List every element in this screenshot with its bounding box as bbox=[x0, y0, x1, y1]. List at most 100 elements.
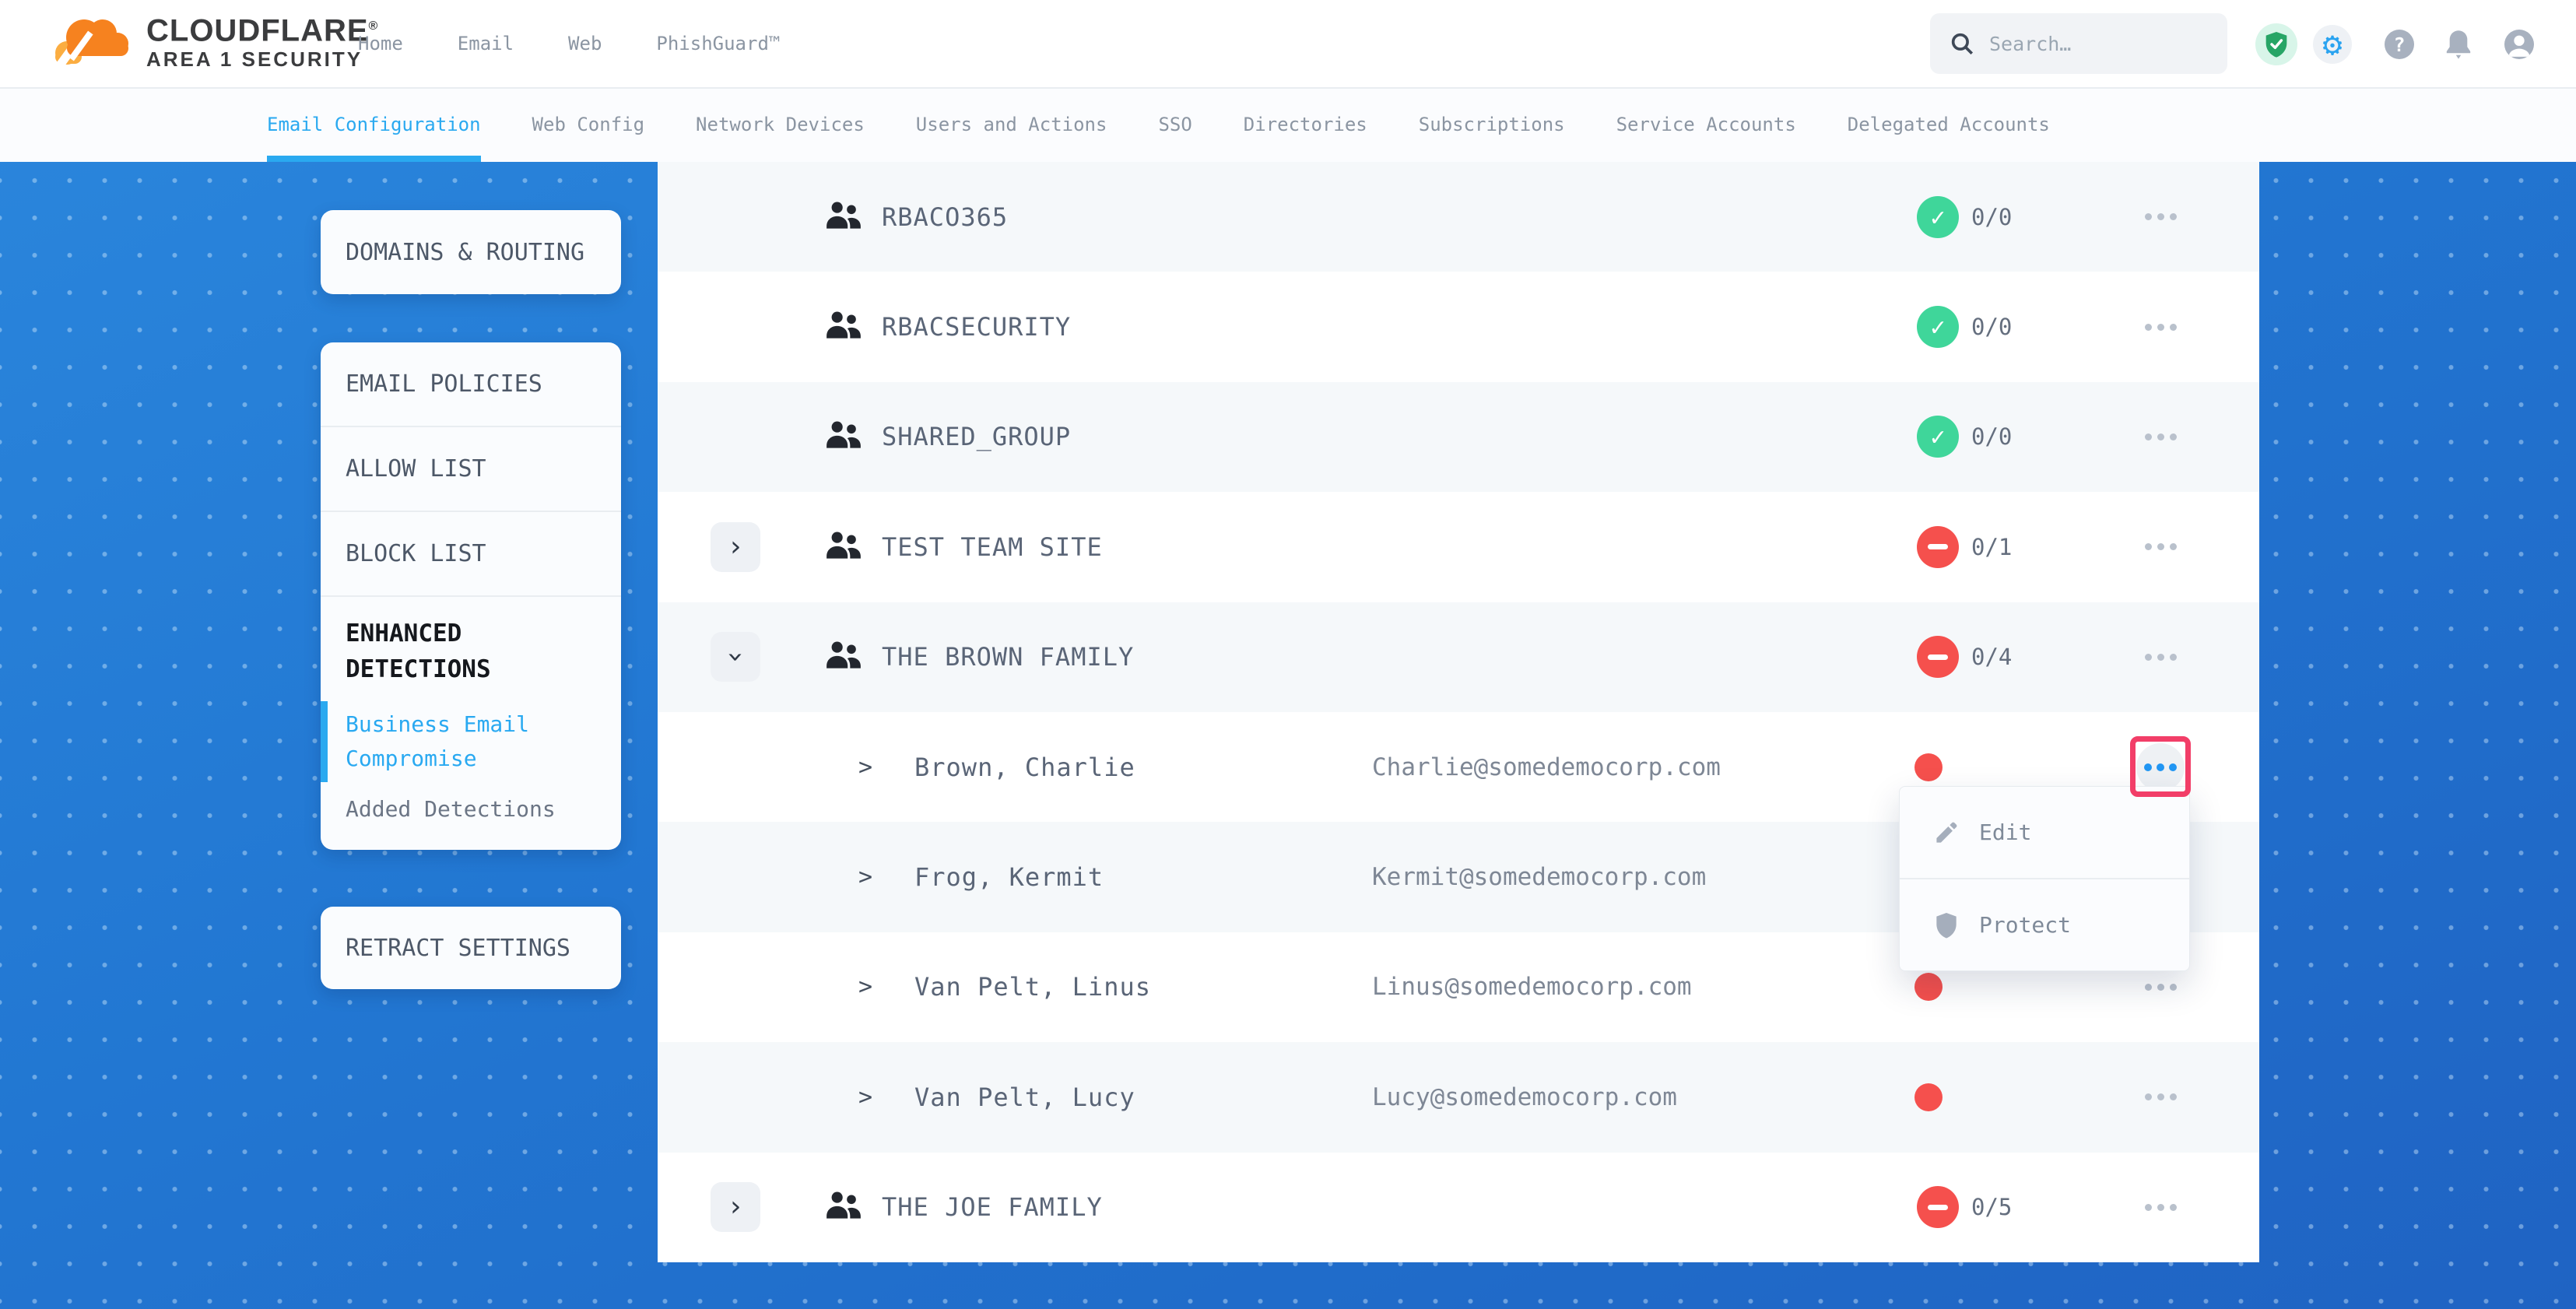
tab-directories[interactable]: Directories bbox=[1244, 87, 1367, 162]
group-icon bbox=[824, 529, 863, 565]
account-avatar-icon[interactable] bbox=[2504, 30, 2534, 59]
tab-subscriptions[interactable]: Subscriptions bbox=[1419, 87, 1565, 162]
table-row: SHARED_GROUP ✓ 0/0 bbox=[658, 382, 2259, 492]
table-row: › THE JOE FAMILY 0/5 bbox=[658, 1153, 2259, 1262]
sidebar-item-business-email-compromise[interactable]: Business Email Compromise bbox=[321, 695, 621, 788]
chevron-right-icon: › bbox=[727, 533, 744, 561]
group-name: THE JOE FAMILY bbox=[882, 1192, 1103, 1222]
tab-delegated-accounts[interactable]: Delegated Accounts bbox=[1848, 87, 2050, 162]
expand-row-button[interactable]: › bbox=[711, 1182, 760, 1232]
tab-web-config[interactable]: Web Config bbox=[532, 87, 645, 162]
group-name: RBACO365 bbox=[882, 202, 1008, 232]
table-row: RBACSECURITY ✓ 0/0 bbox=[658, 272, 2259, 381]
sidebar-item-block-list[interactable]: BLOCK LIST bbox=[321, 512, 621, 597]
tab-sso[interactable]: SSO bbox=[1158, 87, 1191, 162]
top-nav-web[interactable]: Web bbox=[568, 33, 602, 54]
tab-service-accounts[interactable]: Service Accounts bbox=[1616, 87, 1796, 162]
group-icon bbox=[824, 309, 863, 345]
row-more-button[interactable] bbox=[2133, 1070, 2188, 1125]
member-email: Charlie@somedemocorp.com bbox=[1372, 753, 1721, 781]
menu-item-protect[interactable]: Protect bbox=[1900, 878, 2189, 970]
expand-row-button[interactable]: › bbox=[711, 522, 760, 572]
notifications-bell-icon[interactable] bbox=[2442, 28, 2475, 61]
shield-icon bbox=[1931, 911, 1962, 939]
group-name: SHARED_GROUP bbox=[882, 422, 1071, 451]
row-more-button[interactable] bbox=[2133, 300, 2188, 354]
group-name: TEST TEAM SITE bbox=[882, 532, 1103, 562]
member-name: Van Pelt, Lucy bbox=[914, 1083, 1135, 1112]
group-icon bbox=[824, 199, 863, 235]
check-icon: ✓ bbox=[1930, 314, 1945, 339]
member-email: Kermit@somedemocorp.com bbox=[1372, 863, 1706, 891]
member-email: Lucy@somedemocorp.com bbox=[1372, 1083, 1677, 1111]
top-nav-phishguard[interactable]: PhishGuard™ bbox=[656, 33, 780, 54]
status-ok-badge: ✓ bbox=[1917, 196, 1959, 238]
status-alert-badge bbox=[1917, 1186, 1959, 1228]
menu-item-label: Protect bbox=[1979, 912, 2071, 938]
page: CLOUDFLARE® AREA 1 SECURITY Home Email W… bbox=[0, 0, 2576, 1309]
protection-count: 0/4 bbox=[1971, 644, 2012, 670]
check-icon: ✓ bbox=[1930, 424, 1945, 449]
active-indicator-bar bbox=[321, 701, 328, 782]
top-nav: Home Email Web PhishGuard™ bbox=[358, 0, 780, 87]
brand-wordmark: CLOUDFLARE® bbox=[146, 10, 378, 47]
minus-icon bbox=[1928, 544, 1948, 549]
sidebar-card-retract-settings[interactable]: RETRACT SETTINGS bbox=[321, 907, 621, 989]
table-row: › THE BROWN FAMILY 0/4 bbox=[658, 602, 2259, 712]
minus-icon bbox=[1928, 1205, 1948, 1210]
sidebar-item-domains-routing[interactable]: DOMAINS & ROUTING bbox=[346, 239, 584, 266]
member-arrow-icon: > bbox=[858, 864, 872, 891]
search-box[interactable] bbox=[1930, 13, 2227, 74]
help-icon[interactable]: ? bbox=[2385, 30, 2414, 59]
top-nav-home[interactable]: Home bbox=[358, 33, 403, 54]
search-input[interactable] bbox=[1988, 32, 2209, 56]
row-more-button[interactable] bbox=[2133, 520, 2188, 574]
groups-table: RBACO365 ✓ 0/0 RBACSECURITY ✓ 0/0 SHARED… bbox=[658, 162, 2259, 1262]
sidebar-card-policies: EMAIL POLICIES ALLOW LIST BLOCK LIST ENH… bbox=[321, 342, 621, 850]
member-name: Brown, Charlie bbox=[914, 753, 1135, 782]
sidebar-item-added-detections[interactable]: Added Detections bbox=[321, 788, 621, 831]
cloudflare-logo: CLOUDFLARE® AREA 1 SECURITY bbox=[48, 9, 378, 72]
group-name: RBACSECURITY bbox=[882, 312, 1071, 342]
tab-users-and-actions[interactable]: Users and Actions bbox=[916, 87, 1107, 162]
minus-icon bbox=[1928, 654, 1948, 660]
member-name: Van Pelt, Linus bbox=[914, 972, 1151, 1002]
tab-network-devices[interactable]: Network Devices bbox=[696, 87, 865, 162]
sidebar-item-email-policies[interactable]: EMAIL POLICIES bbox=[321, 342, 621, 427]
group-name: THE BROWN FAMILY bbox=[882, 642, 1134, 672]
row-more-button[interactable] bbox=[2133, 1180, 2188, 1234]
protection-count: 0/0 bbox=[1971, 423, 2012, 450]
menu-item-edit[interactable]: Edit bbox=[1900, 787, 2189, 878]
status-ok-badge: ✓ bbox=[1917, 306, 1959, 348]
protection-count: 0/0 bbox=[1971, 204, 2012, 230]
member-email: Linus@somedemocorp.com bbox=[1372, 973, 1692, 1001]
config-tab-bar: Email Configuration Web Config Network D… bbox=[0, 87, 2576, 162]
security-status-icon[interactable] bbox=[2255, 23, 2297, 65]
group-icon bbox=[824, 1189, 863, 1225]
protection-count: 0/0 bbox=[1971, 314, 2012, 340]
brand-tagline: AREA 1 SECURITY bbox=[146, 47, 378, 71]
member-arrow-icon: > bbox=[858, 1083, 872, 1111]
row-more-button[interactable] bbox=[2133, 409, 2188, 464]
row-more-button[interactable] bbox=[2133, 190, 2188, 244]
sidebar-item-retract-settings[interactable]: RETRACT SETTINGS bbox=[346, 935, 570, 962]
status-alert-dot bbox=[1914, 973, 1943, 1001]
tab-email-configuration[interactable]: Email Configuration bbox=[267, 87, 481, 162]
member-arrow-icon: > bbox=[858, 974, 872, 1001]
sidebar-card-domains-routing[interactable]: DOMAINS & ROUTING bbox=[321, 210, 621, 294]
app-header: CLOUDFLARE® AREA 1 SECURITY Home Email W… bbox=[0, 0, 2576, 89]
sidebar-item-allow-list[interactable]: ALLOW LIST bbox=[321, 427, 621, 512]
row-more-button-active[interactable] bbox=[2136, 743, 2185, 791]
sidebar-item-enhanced-detections[interactable]: ENHANCED DETECTIONS bbox=[321, 597, 621, 695]
row-more-button[interactable] bbox=[2133, 630, 2188, 684]
pencil-icon bbox=[1931, 819, 1962, 847]
chevron-right-icon: › bbox=[727, 1193, 744, 1221]
top-nav-email[interactable]: Email bbox=[458, 33, 514, 54]
row-context-menu: Edit Protect bbox=[1899, 786, 2190, 971]
group-icon bbox=[824, 419, 863, 454]
settings-gear-icon[interactable]: ⚙ bbox=[2313, 25, 2352, 64]
collapse-row-button[interactable]: › bbox=[711, 632, 760, 682]
member-arrow-icon: > bbox=[858, 753, 872, 781]
check-icon: ✓ bbox=[1930, 205, 1945, 230]
protection-count: 0/5 bbox=[1971, 1194, 2012, 1220]
